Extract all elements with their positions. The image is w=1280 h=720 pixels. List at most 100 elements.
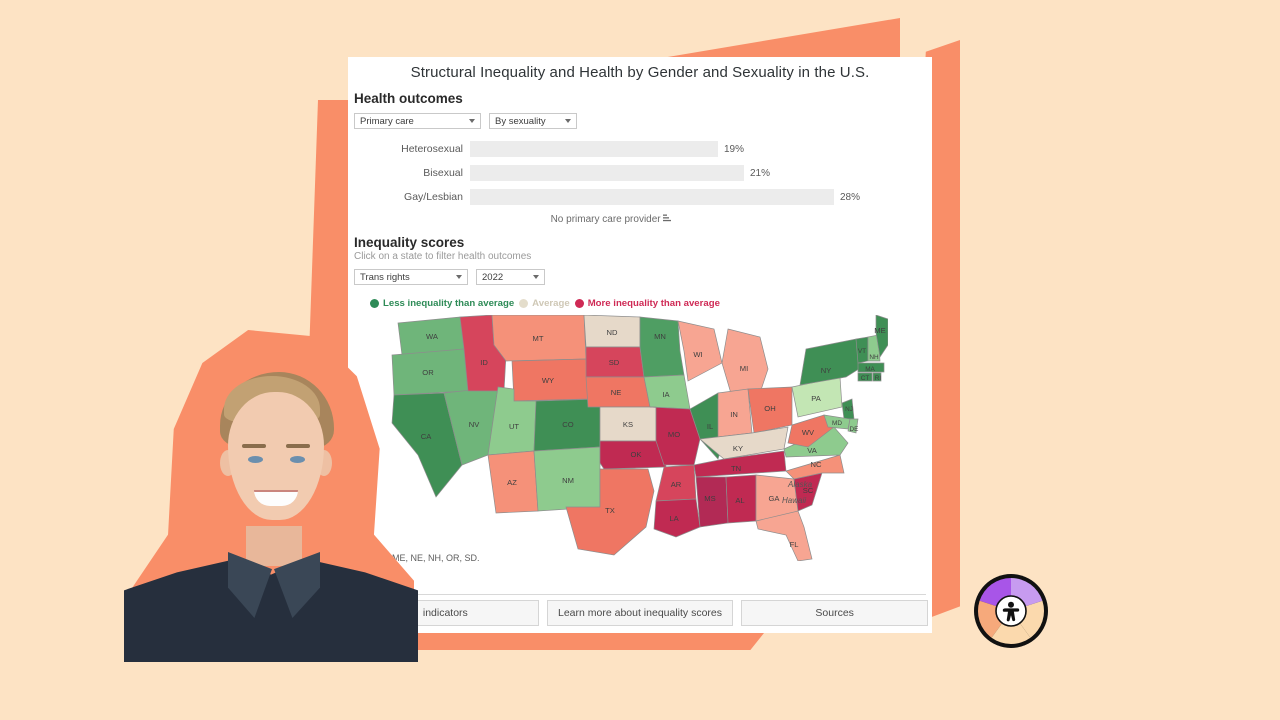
bar-row[interactable]: Heterosexual 19% <box>348 141 932 157</box>
state-label-TN: TN <box>731 464 741 473</box>
state-label-WA: WA <box>426 332 439 341</box>
bar-fill <box>470 189 834 205</box>
state-label-PA: PA <box>811 394 822 403</box>
legend-label-less: Less inequality than average <box>383 298 515 309</box>
bar-fill <box>470 165 744 181</box>
footer-buttons: indicators Learn more about inequality s… <box>352 600 929 626</box>
map-legend: Less inequality than average Average Mor… <box>370 298 932 309</box>
state-label-DE: DE <box>850 426 859 433</box>
state-label-WI: WI <box>693 350 702 359</box>
state-label-FL: FL <box>790 540 799 549</box>
bar-label: Heterosexual <box>401 143 463 155</box>
state-label-AR: AR <box>671 480 682 489</box>
bar-value: 19% <box>724 143 745 155</box>
eye-left <box>248 456 263 463</box>
state-label-NY: NY <box>821 366 832 375</box>
chevron-down-icon <box>469 119 475 123</box>
legend-item-less[interactable]: Less inequality than average <box>370 298 514 309</box>
presenter-photo <box>124 332 418 662</box>
state-label-OR: OR <box>422 368 434 377</box>
chevron-down-icon <box>456 275 462 279</box>
state-label-UT: UT <box>509 422 519 431</box>
state-label-IL: IL <box>707 422 713 431</box>
state-MN[interactable] <box>639 316 685 378</box>
state-label-IN: IN <box>730 410 738 419</box>
outcome-select[interactable]: Primary care <box>354 113 481 129</box>
state-label-MT: MT <box>533 334 544 343</box>
state-label-ND: ND <box>607 328 618 337</box>
state-label-KY: KY <box>733 444 743 453</box>
state-label-OK: OK <box>631 450 642 459</box>
bar-fill <box>470 141 718 157</box>
state-label-MA: MA <box>865 366 875 373</box>
bar-row[interactable]: Gay/Lesbian 28% <box>348 189 932 205</box>
state-label-NE: NE <box>611 388 622 397</box>
sort-icon[interactable] <box>663 214 672 226</box>
breakdown-select[interactable]: By sexuality <box>489 113 577 129</box>
bar-track <box>470 141 718 157</box>
state-label-AZ: AZ <box>507 478 517 487</box>
state-label-RI: RI <box>875 375 882 382</box>
state-label-TX: TX <box>605 506 615 515</box>
bar-track <box>470 165 744 181</box>
legend-dot-more-icon <box>574 299 584 308</box>
state-label-NH: NH <box>869 354 879 361</box>
chevron-down-icon <box>565 119 571 123</box>
state-label-AL: AL <box>735 496 744 505</box>
state-label-CO: CO <box>562 420 573 429</box>
state-label-WY: WY <box>542 376 554 385</box>
sources-button[interactable]: Sources <box>741 600 929 626</box>
state-label-IA: IA <box>662 390 670 399</box>
topic-select-value: Trans rights <box>360 271 410 283</box>
state-label-MN: MN <box>654 332 666 341</box>
state-label-ID: ID <box>480 358 488 367</box>
inset-label-alaska: Alaska <box>787 480 813 489</box>
outcome-select-value: Primary care <box>360 115 414 127</box>
inequality-scores-heading: Inequality scores <box>354 235 465 250</box>
state-label-WV: WV <box>802 428 815 437</box>
brand-wheel-logo <box>972 572 1050 650</box>
inequality-controls: Trans rights 2022 <box>354 269 932 285</box>
state-label-KS: KS <box>623 420 633 429</box>
year-select[interactable]: 2022 <box>476 269 545 285</box>
state-label-MD: MD <box>832 420 842 427</box>
eyebrow-left <box>242 444 266 448</box>
bar-axis-label: No primary care provider <box>348 213 932 225</box>
chevron-down-icon <box>533 275 539 279</box>
legend-dot-average-icon <box>519 299 529 308</box>
bar-row[interactable]: Bisexual 21% <box>348 165 932 181</box>
breakdown-select-value: By sexuality <box>495 115 546 127</box>
state-label-SD: SD <box>609 358 620 367</box>
inset-label-hawaii: Hawaii <box>782 496 806 505</box>
state-label-GA: GA <box>769 494 781 503</box>
state-label-VT: VT <box>858 348 866 355</box>
state-label-NV: NV <box>469 420 480 429</box>
learn-more-button[interactable]: Learn more about inequality scores <box>546 600 734 626</box>
state-label-CA: CA <box>421 432 432 441</box>
legend-label-more: More inequality than average <box>587 298 720 309</box>
bar-chart: Heterosexual 19% Bisexual 21% Gay/Lesbia… <box>348 141 932 205</box>
choropleth-map[interactable]: WA OR CA NV ID MT WY UT CO AZ NM ND SD N… <box>348 315 932 565</box>
legend-item-average[interactable]: Average <box>519 298 570 309</box>
inequality-scores-subheading: Click on a state to filter health outcom… <box>354 251 532 262</box>
state-label-MO: MO <box>668 430 680 439</box>
footer-divider <box>354 594 926 595</box>
neck <box>246 526 302 566</box>
eyebrow-right <box>286 444 310 448</box>
legend-dot-less-icon <box>370 299 379 308</box>
state-label-NJ: NJ <box>845 406 853 413</box>
state-NY[interactable] <box>799 338 863 386</box>
state-label-VA: VA <box>807 446 818 455</box>
us-map-svg[interactable]: WA OR CA NV ID MT WY UT CO AZ NM ND SD N… <box>388 315 888 561</box>
legend-label-average: Average <box>532 298 570 309</box>
bar-axis-text: No primary care provider <box>550 214 661 225</box>
state-label-LA: LA <box>669 514 679 523</box>
health-outcomes-heading: Health outcomes <box>354 91 463 106</box>
legend-item-more[interactable]: More inequality than average <box>574 298 720 309</box>
bar-track <box>470 189 834 205</box>
state-label-CT: CT <box>861 375 870 382</box>
shirt <box>124 558 418 662</box>
bar-label: Bisexual <box>423 167 463 179</box>
state-label-ME: ME <box>874 326 885 335</box>
topic-select[interactable]: Trans rights <box>354 269 468 285</box>
